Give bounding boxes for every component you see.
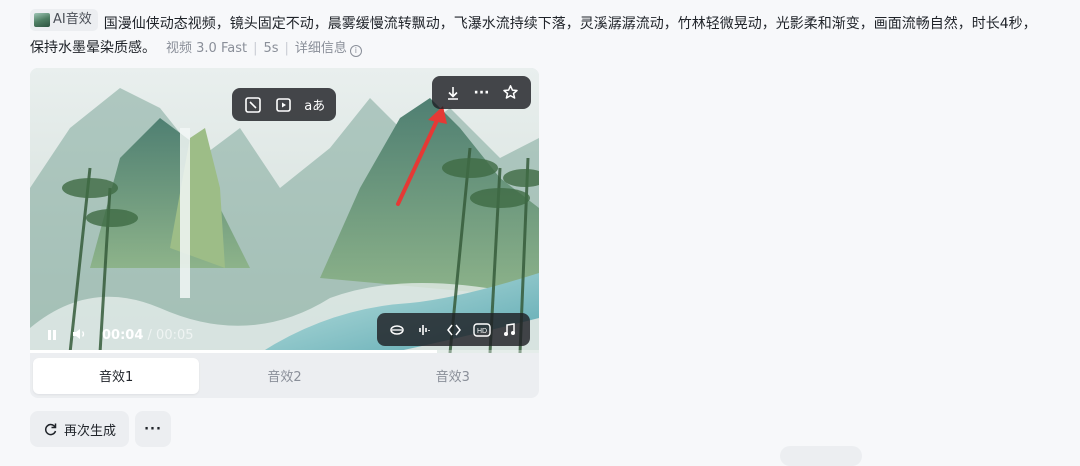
action-bar: 再次生成 ··· [30,411,172,447]
video-tools-top-center: aあ [232,88,336,121]
tab-sound-2[interactable]: 音效2 [201,358,367,394]
playback-controls: 00:04 / 00:05 [30,317,539,353]
download-icon[interactable] [438,77,467,109]
time-display: 00:04 / 00:05 [102,328,194,343]
duration-label: 5s [263,41,279,56]
ai-sound-badge[interactable]: AI音效 [30,9,98,31]
tab-sound-1[interactable]: 音效1 [33,357,200,394]
current-time: 00:04 [102,327,144,343]
translate-icon[interactable]: aあ [299,89,330,121]
divider: | [253,41,258,56]
regenerate-button[interactable]: 再次生成 [30,411,130,447]
video-player[interactable]: aあ ··· HD 00:04 / 00:05 [30,68,539,353]
volume-icon[interactable] [72,326,88,345]
video-tools-top-right: ··· [432,76,531,109]
sound-tabs: 音效1 音效2 音效3 [30,353,539,398]
crop-icon[interactable] [238,89,269,121]
tab-sound-3[interactable]: 音效3 [370,358,536,394]
details-link[interactable]: 详细信息 [295,41,347,56]
prompt-row: AI音效 国漫仙侠动态视频，镜头固定不动，晨雾缓慢流转飘动，飞瀑水流持续下落，灵… [30,9,1040,61]
badge-label: AI音效 [53,12,92,27]
total-time: 00:05 [156,327,194,343]
video-card: aあ ··· HD 00:04 / 00:05 音效1 音效2 音效3 [30,68,539,398]
star-icon[interactable] [496,77,525,109]
more-actions-button[interactable]: ··· [135,411,172,447]
divider: | [284,41,289,56]
play-sparkle-icon[interactable] [269,89,300,121]
thumbnail-icon [34,13,50,27]
more-icon[interactable]: ··· [467,77,496,109]
pause-icon[interactable] [46,326,58,345]
meta-info: 视频 3.0 Fast | 5s | 详细信息 i [166,41,362,57]
regenerate-label: 再次生成 [64,423,117,439]
refresh-icon [44,423,57,435]
partial-button[interactable] [780,446,862,466]
info-icon[interactable]: i [349,45,362,57]
model-label: 视频 3.0 Fast [166,41,248,56]
time-separator: / [143,327,157,343]
